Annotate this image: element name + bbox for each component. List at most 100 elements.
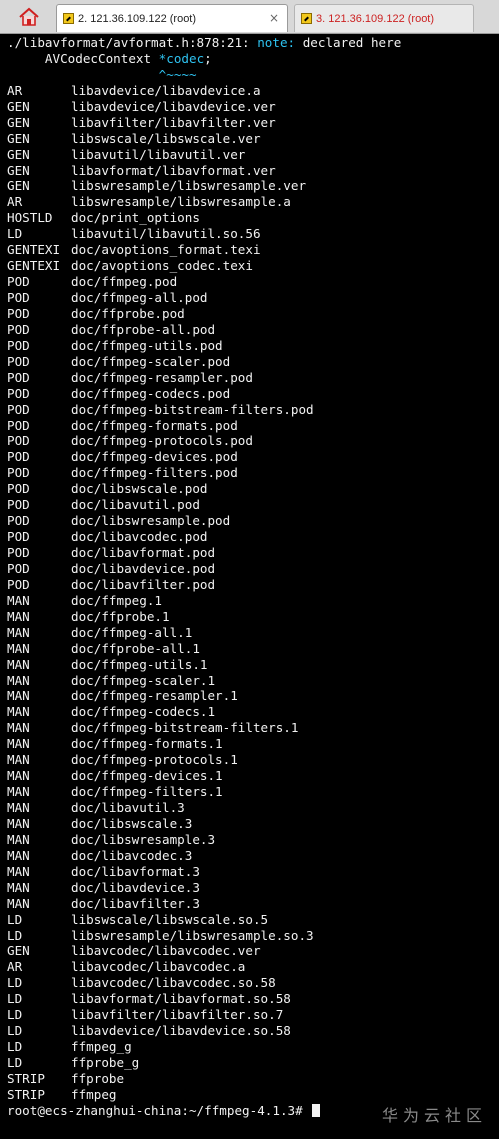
build-step-tag: STRIP <box>7 1086 45 1102</box>
build-log-line: LD libswscale/libswscale.so.5 <box>7 912 401 928</box>
build-step-tag: MAN <box>7 688 30 704</box>
home-icon <box>19 7 39 26</box>
build-log-line: POD doc/ffmpeg-scaler.pod <box>7 354 401 370</box>
build-target: doc/ffmpeg-devices.1 <box>71 768 223 784</box>
compiler-note-line: AVCodecContext *codec; <box>7 51 401 67</box>
build-step-tag: MAN <box>7 895 30 911</box>
build-step-tag: LD <box>7 975 23 991</box>
home-button[interactable] <box>14 5 44 29</box>
build-log-line: POD doc/ffprobe-all.pod <box>7 322 401 338</box>
build-log-line: MAN doc/ffmpeg.1 <box>7 593 401 609</box>
build-target: doc/ffmpeg-scaler.1 <box>71 672 216 688</box>
build-step-tag: MAN <box>7 847 30 863</box>
build-log-line: MAN doc/ffmpeg-protocols.1 <box>7 752 401 768</box>
build-target: doc/libavfilter.3 <box>71 895 200 911</box>
build-target: doc/libswscale.3 <box>71 815 193 831</box>
build-step-tag: POD <box>7 560 30 576</box>
build-log-line: GEN libavfilter/libavfilter.ver <box>7 115 401 131</box>
build-log-line: MAN doc/libavfilter.3 <box>7 896 401 912</box>
build-step-tag: MAN <box>7 752 30 768</box>
build-log-line: POD doc/libswresample.pod <box>7 513 401 529</box>
build-step-tag: POD <box>7 529 30 545</box>
build-step-tag: MAN <box>7 863 30 879</box>
build-log-line: POD doc/ffmpeg-formats.pod <box>7 418 401 434</box>
build-step-tag: POD <box>7 513 30 529</box>
build-target: doc/libavdevice.3 <box>71 879 200 895</box>
build-target: doc/ffmpeg-utils.1 <box>71 656 208 672</box>
build-target: doc/ffmpeg-codecs.1 <box>71 704 216 720</box>
build-step-tag: POD <box>7 481 30 497</box>
terminal-app-window: 2. 121.36.109.122 (root) × 3. 121.36.109… <box>0 0 499 1139</box>
build-step-tag: MAN <box>7 656 30 672</box>
build-log-line: POD doc/libavfilter.pod <box>7 577 401 593</box>
build-log-line: MAN doc/ffmpeg-resampler.1 <box>7 688 401 704</box>
build-log-line: MAN doc/ffmpeg-utils.1 <box>7 657 401 673</box>
build-log-line: POD doc/ffmpeg-codecs.pod <box>7 386 401 402</box>
build-step-tag: AR <box>7 959 23 975</box>
build-target: libavdevice/libavdevice.ver <box>71 98 276 114</box>
build-step-tag: LD <box>7 226 23 242</box>
build-log-line: MAN doc/libavcodec.3 <box>7 848 401 864</box>
close-icon[interactable]: × <box>269 11 279 25</box>
build-step-tag: MAN <box>7 736 30 752</box>
build-target: doc/ffmpeg-utils.pod <box>71 337 223 353</box>
build-step-tag: MAN <box>7 879 30 895</box>
build-log-line: STRIP ffmpeg <box>7 1087 401 1103</box>
build-target: doc/ffmpeg.1 <box>71 592 162 608</box>
build-log-line: MAN doc/ffmpeg-all.1 <box>7 625 401 641</box>
terminal-output[interactable]: ./libavformat/avformat.h:878:21: note: d… <box>0 34 499 1139</box>
build-target: libavdevice/libavdevice.so.58 <box>71 1023 291 1039</box>
compiler-note-line: ./libavformat/avformat.h:878:21: note: d… <box>7 35 401 51</box>
build-target: libavutil/libavutil.ver <box>71 146 246 162</box>
build-target: doc/libavutil.pod <box>71 497 200 513</box>
build-step-tag: MAN <box>7 815 30 831</box>
build-log-line: AR libavdevice/libavdevice.a <box>7 83 401 99</box>
build-target: doc/libavfilter.pod <box>71 576 216 592</box>
build-step-tag: MAN <box>7 768 30 784</box>
build-step-tag: GENTEXI <box>7 242 61 258</box>
build-step-tag: LD <box>7 927 23 943</box>
build-step-tag: HOSTLD <box>7 210 53 226</box>
build-step-tag: POD <box>7 417 30 433</box>
build-step-tag: POD <box>7 465 30 481</box>
watermark: 华为云社区 <box>381 1106 487 1125</box>
build-step-tag: STRIP <box>7 1070 45 1086</box>
build-step-tag: GEN <box>7 146 30 162</box>
build-step-tag: POD <box>7 385 30 401</box>
build-step-tag: MAN <box>7 784 30 800</box>
build-log-line: LD ffmpeg_g <box>7 1039 401 1055</box>
build-log-line: POD doc/libavformat.pod <box>7 545 401 561</box>
build-step-tag: POD <box>7 369 30 385</box>
build-target: ffprobe <box>71 1070 125 1086</box>
build-step-tag: GEN <box>7 162 30 178</box>
build-step-tag: POD <box>7 274 30 290</box>
build-step-tag: LD <box>7 1039 23 1055</box>
build-target: doc/ffmpeg-filters.pod <box>71 465 238 481</box>
tab-bar: 2. 121.36.109.122 (root) × 3. 121.36.109… <box>0 0 499 34</box>
tab-session-2[interactable]: 2. 121.36.109.122 (root) × <box>56 4 288 32</box>
build-log-line: GEN libavformat/libavformat.ver <box>7 163 401 179</box>
build-step-tag: GEN <box>7 98 30 114</box>
terminal-session-icon <box>63 13 74 24</box>
build-log-line: LD libavformat/libavformat.so.58 <box>7 991 401 1007</box>
build-step-tag: GEN <box>7 114 30 130</box>
note-highlight: ^~~~~ <box>158 66 197 82</box>
build-step-tag: MAN <box>7 720 30 736</box>
build-log-line: AR libavcodec/libavcodec.a <box>7 959 401 975</box>
build-log-line: MAN doc/libavformat.3 <box>7 864 401 880</box>
note-prefix: ./libavformat/avformat.h:878:21: <box>7 35 258 50</box>
note-suffix: declared here <box>295 35 402 50</box>
build-target: doc/ffmpeg-formats.1 <box>71 736 223 752</box>
build-log-line: POD doc/ffmpeg-resampler.pod <box>7 370 401 386</box>
build-target: doc/libavutil.3 <box>71 800 185 815</box>
build-log-line: POD doc/ffmpeg-devices.pod <box>7 449 401 465</box>
build-target: doc/libavcodec.pod <box>71 529 208 545</box>
build-step-tag: LD <box>7 1055 23 1070</box>
tab-session-3[interactable]: 3. 121.36.109.122 (root) <box>294 4 474 32</box>
build-target: doc/ffmpeg-formats.pod <box>71 417 238 433</box>
build-target: ffmpeg <box>71 1086 117 1102</box>
build-log-line: MAN doc/ffmpeg-bitstream-filters.1 <box>7 720 401 736</box>
build-step-tag: POD <box>7 449 30 465</box>
build-log-line: GEN libswresample/libswresample.ver <box>7 178 401 194</box>
build-log-line: MAN doc/libswscale.3 <box>7 816 401 832</box>
